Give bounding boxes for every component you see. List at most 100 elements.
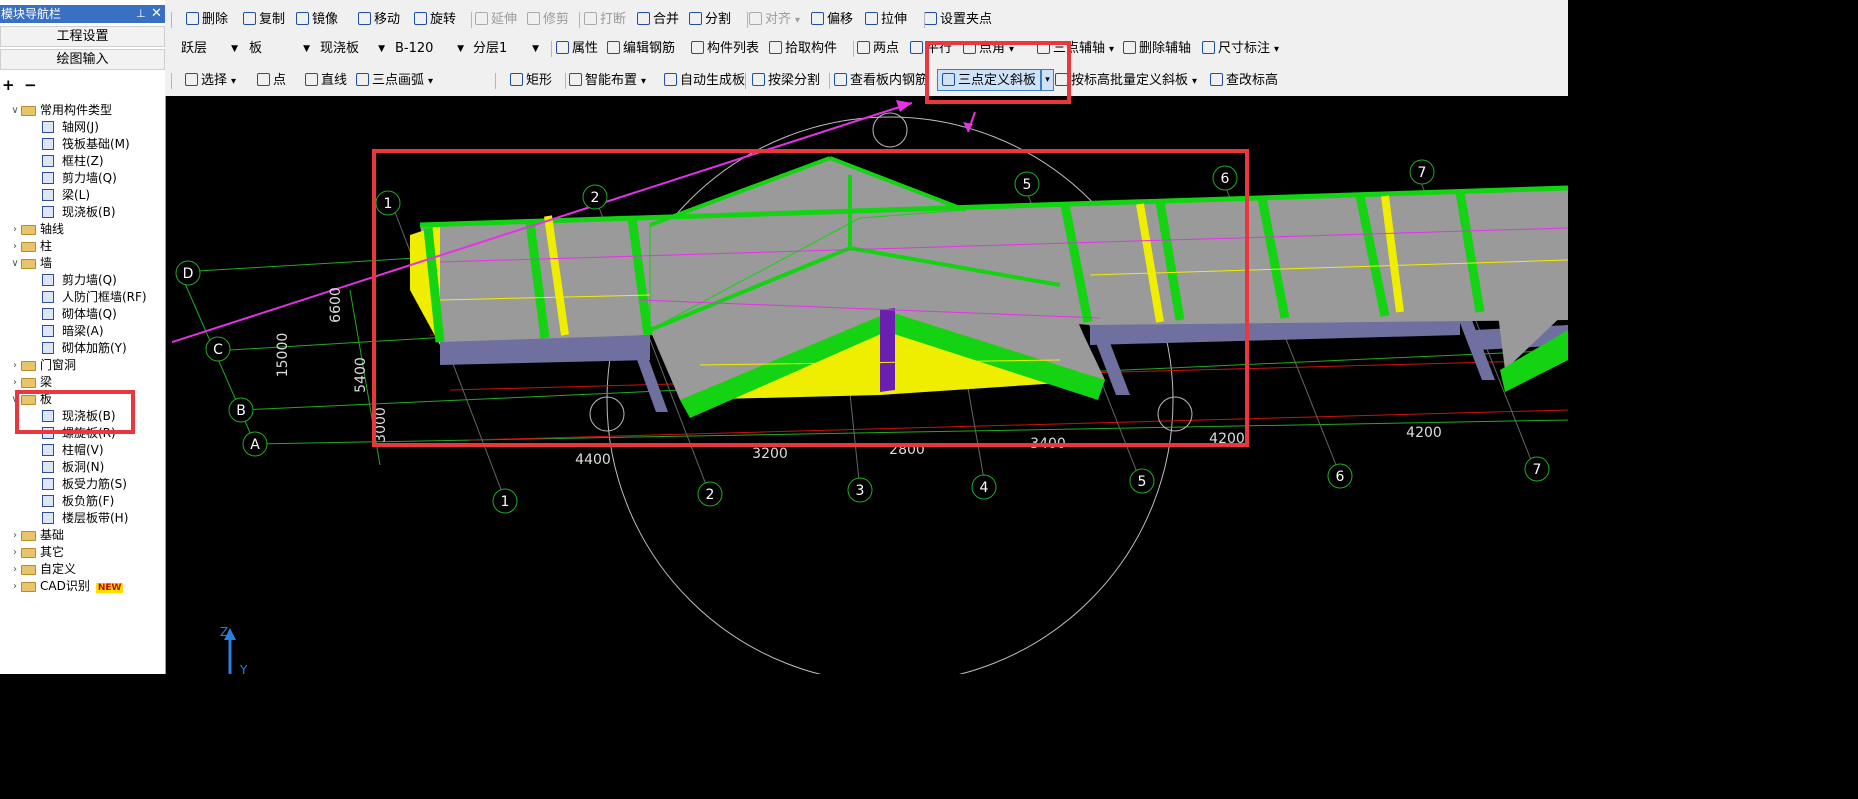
expand-all-icon[interactable]: + [2, 76, 15, 94]
tree-folder[interactable]: › 梁 [13, 374, 52, 391]
collapsed-chevron-icon[interactable]: › [10, 221, 20, 238]
tree-item[interactable]: 板受力筋(S) [42, 476, 127, 493]
component-tool-4[interactable]: 拾取构件 [769, 35, 837, 63]
draw-tool-4[interactable]: 三点画弧 ▾ [356, 67, 433, 95]
draw-tool-1[interactable]: 选择 ▾ [185, 67, 236, 95]
tree-item[interactable]: 柱帽(V) [42, 442, 104, 459]
tree-item[interactable]: 轴网(J) [42, 119, 99, 136]
chevron-down-icon[interactable]: ▾ [795, 15, 800, 26]
tool-6[interactable]: 延伸 [475, 6, 517, 34]
tree-item[interactable]: 人防门框墙(RF) [42, 289, 147, 306]
component-tool-2[interactable]: 编辑钢筋 [607, 35, 675, 63]
tool-12[interactable]: 偏移 [811, 6, 853, 34]
chevron-down-icon[interactable]: ▾ [1192, 76, 1197, 87]
pin-icon[interactable]: ⊥ [136, 5, 146, 23]
collapsed-chevron-icon[interactable]: › [10, 374, 20, 391]
layer-select-1[interactable]: 跃层 ▼ [178, 38, 241, 60]
tree-folder[interactable]: › 柱 [13, 238, 52, 255]
chevron-down-icon[interactable]: ▾ [231, 76, 236, 87]
collapse-all-icon[interactable]: − [24, 76, 37, 94]
collapsed-chevron-icon[interactable]: › [10, 561, 20, 578]
draw-tool-5[interactable]: 矩形 [510, 67, 552, 95]
layer-select-4[interactable]: B-120 ▼ [392, 38, 467, 60]
drawing-input-button[interactable]: 绘图输入 [0, 49, 165, 70]
tree-item[interactable]: 暗梁(A) [42, 323, 104, 340]
layer-select-2[interactable]: 板 ▼ [246, 38, 313, 60]
project-settings-button[interactable]: 工程设置 [0, 26, 165, 47]
collapsed-chevron-icon[interactable]: › [10, 578, 20, 595]
draw-tool-12[interactable]: 查改标高 [1210, 67, 1278, 95]
tool-2[interactable]: 复制 [243, 6, 285, 34]
tree-folder[interactable]: › 基础 [13, 527, 64, 544]
tree-item[interactable]: 梁(L) [42, 187, 90, 204]
tree-folder[interactable]: ∨ 墙 [11, 255, 52, 272]
chevron-down-icon[interactable]: ▾ [641, 76, 646, 87]
tree-item[interactable]: 砌体加筋(Y) [42, 340, 127, 357]
chevron-down-icon[interactable]: ▼ [231, 38, 238, 60]
chevron-down-icon[interactable]: ▾ [428, 76, 433, 87]
tool-label: 矩形 [526, 73, 553, 88]
layer-select-3[interactable]: 现浇板 ▼ [317, 38, 388, 60]
select-value: 现浇板 [320, 41, 360, 56]
tree-folder[interactable]: › CAD识别 NEW [13, 578, 124, 595]
tree-item[interactable]: 楼层板带(H) [42, 510, 128, 527]
chevron-down-icon[interactable]: ▼ [532, 38, 539, 60]
tree-folder[interactable]: › 轴线 [13, 221, 64, 238]
draw-tool-6[interactable]: 智能布置 ▾ [569, 67, 646, 95]
tree-item[interactable]: 现浇板(B) [42, 204, 116, 221]
chevron-down-icon[interactable]: ▼ [457, 38, 464, 60]
tree-folder[interactable]: ∨ 常用构件类型 [11, 102, 112, 119]
chevron-down-icon[interactable]: ▾ [1109, 44, 1114, 55]
collapsed-chevron-icon[interactable]: › [10, 544, 20, 561]
elevation-icon [1210, 73, 1223, 86]
tree-item[interactable]: 砌体墙(Q) [42, 306, 117, 323]
component-tool-10[interactable]: 尺寸标注 ▾ [1202, 35, 1279, 63]
split-by-beam-icon [752, 73, 765, 86]
draw-tool-8[interactable]: 按梁分割 [752, 67, 820, 95]
collapsed-chevron-icon[interactable]: › [10, 357, 20, 374]
tool-4[interactable]: 移动 [358, 6, 400, 34]
chevron-down-icon[interactable]: ▼ [378, 38, 385, 60]
chevron-down-icon[interactable]: ▼ [303, 38, 310, 60]
tree-folder[interactable]: › 自定义 [13, 561, 76, 578]
tree-folder[interactable]: › 其它 [13, 544, 64, 561]
tool-11[interactable]: 对齐 ▾ [749, 6, 800, 34]
component-tool-9[interactable]: 删除辅轴 [1123, 35, 1191, 63]
tool-3[interactable]: 镜像 [296, 6, 338, 34]
tree-item[interactable]: 板负筋(F) [42, 493, 114, 510]
tool-13[interactable]: 拉伸 [865, 6, 907, 34]
three-point-slope-dropdown[interactable]: ▾ [1041, 69, 1054, 91]
expanded-chevron-icon[interactable]: ∨ [10, 102, 20, 119]
tree-label: 板受力筋(S) [62, 477, 127, 491]
toolbar-separator [495, 73, 496, 89]
draw-tool-11[interactable]: 按标高批量定义斜板 ▾ [1055, 67, 1197, 95]
draw-tool-9[interactable]: 查看板内钢筋 [834, 67, 928, 95]
draw-tool-3[interactable]: 直线 [305, 67, 347, 95]
tool-1[interactable]: 删除 [186, 6, 228, 34]
tool-14[interactable]: 设置夹点 [924, 6, 992, 34]
draw-tool-10[interactable]: 三点定义斜板 [942, 67, 1036, 95]
tree-item[interactable]: 框柱(Z) [42, 153, 104, 170]
close-icon[interactable]: ✕ [151, 5, 162, 23]
expanded-chevron-icon[interactable]: ∨ [10, 255, 20, 272]
tree-item[interactable]: 剪力墙(Q) [42, 272, 117, 289]
component-tool-3[interactable]: 构件列表 [691, 35, 759, 63]
tool-9[interactable]: 合并 [637, 6, 679, 34]
component-tool-1[interactable]: 属性 [556, 35, 598, 63]
tool-7[interactable]: 修剪 [527, 6, 569, 34]
collapsed-chevron-icon[interactable]: › [10, 527, 20, 544]
tree-item[interactable]: 剪力墙(Q) [42, 170, 117, 187]
layer-select-5[interactable]: 分层1 ▼ [470, 38, 542, 60]
negative-rebar-icon [42, 495, 54, 507]
tool-8[interactable]: 打断 [584, 6, 626, 34]
component-tool-5[interactable]: 两点 [857, 35, 899, 63]
tree-folder[interactable]: › 门窗洞 [13, 357, 76, 374]
tool-5[interactable]: 旋转 [414, 6, 456, 34]
tree-item[interactable]: 板洞(N) [42, 459, 104, 476]
draw-tool-7[interactable]: 自动生成板 [664, 67, 745, 95]
chevron-down-icon[interactable]: ▾ [1274, 44, 1279, 55]
tree-item[interactable]: 筏板基础(M) [42, 136, 130, 153]
collapsed-chevron-icon[interactable]: › [10, 238, 20, 255]
tool-10[interactable]: 分割 [689, 6, 731, 34]
draw-tool-2[interactable]: 点 [257, 67, 286, 95]
